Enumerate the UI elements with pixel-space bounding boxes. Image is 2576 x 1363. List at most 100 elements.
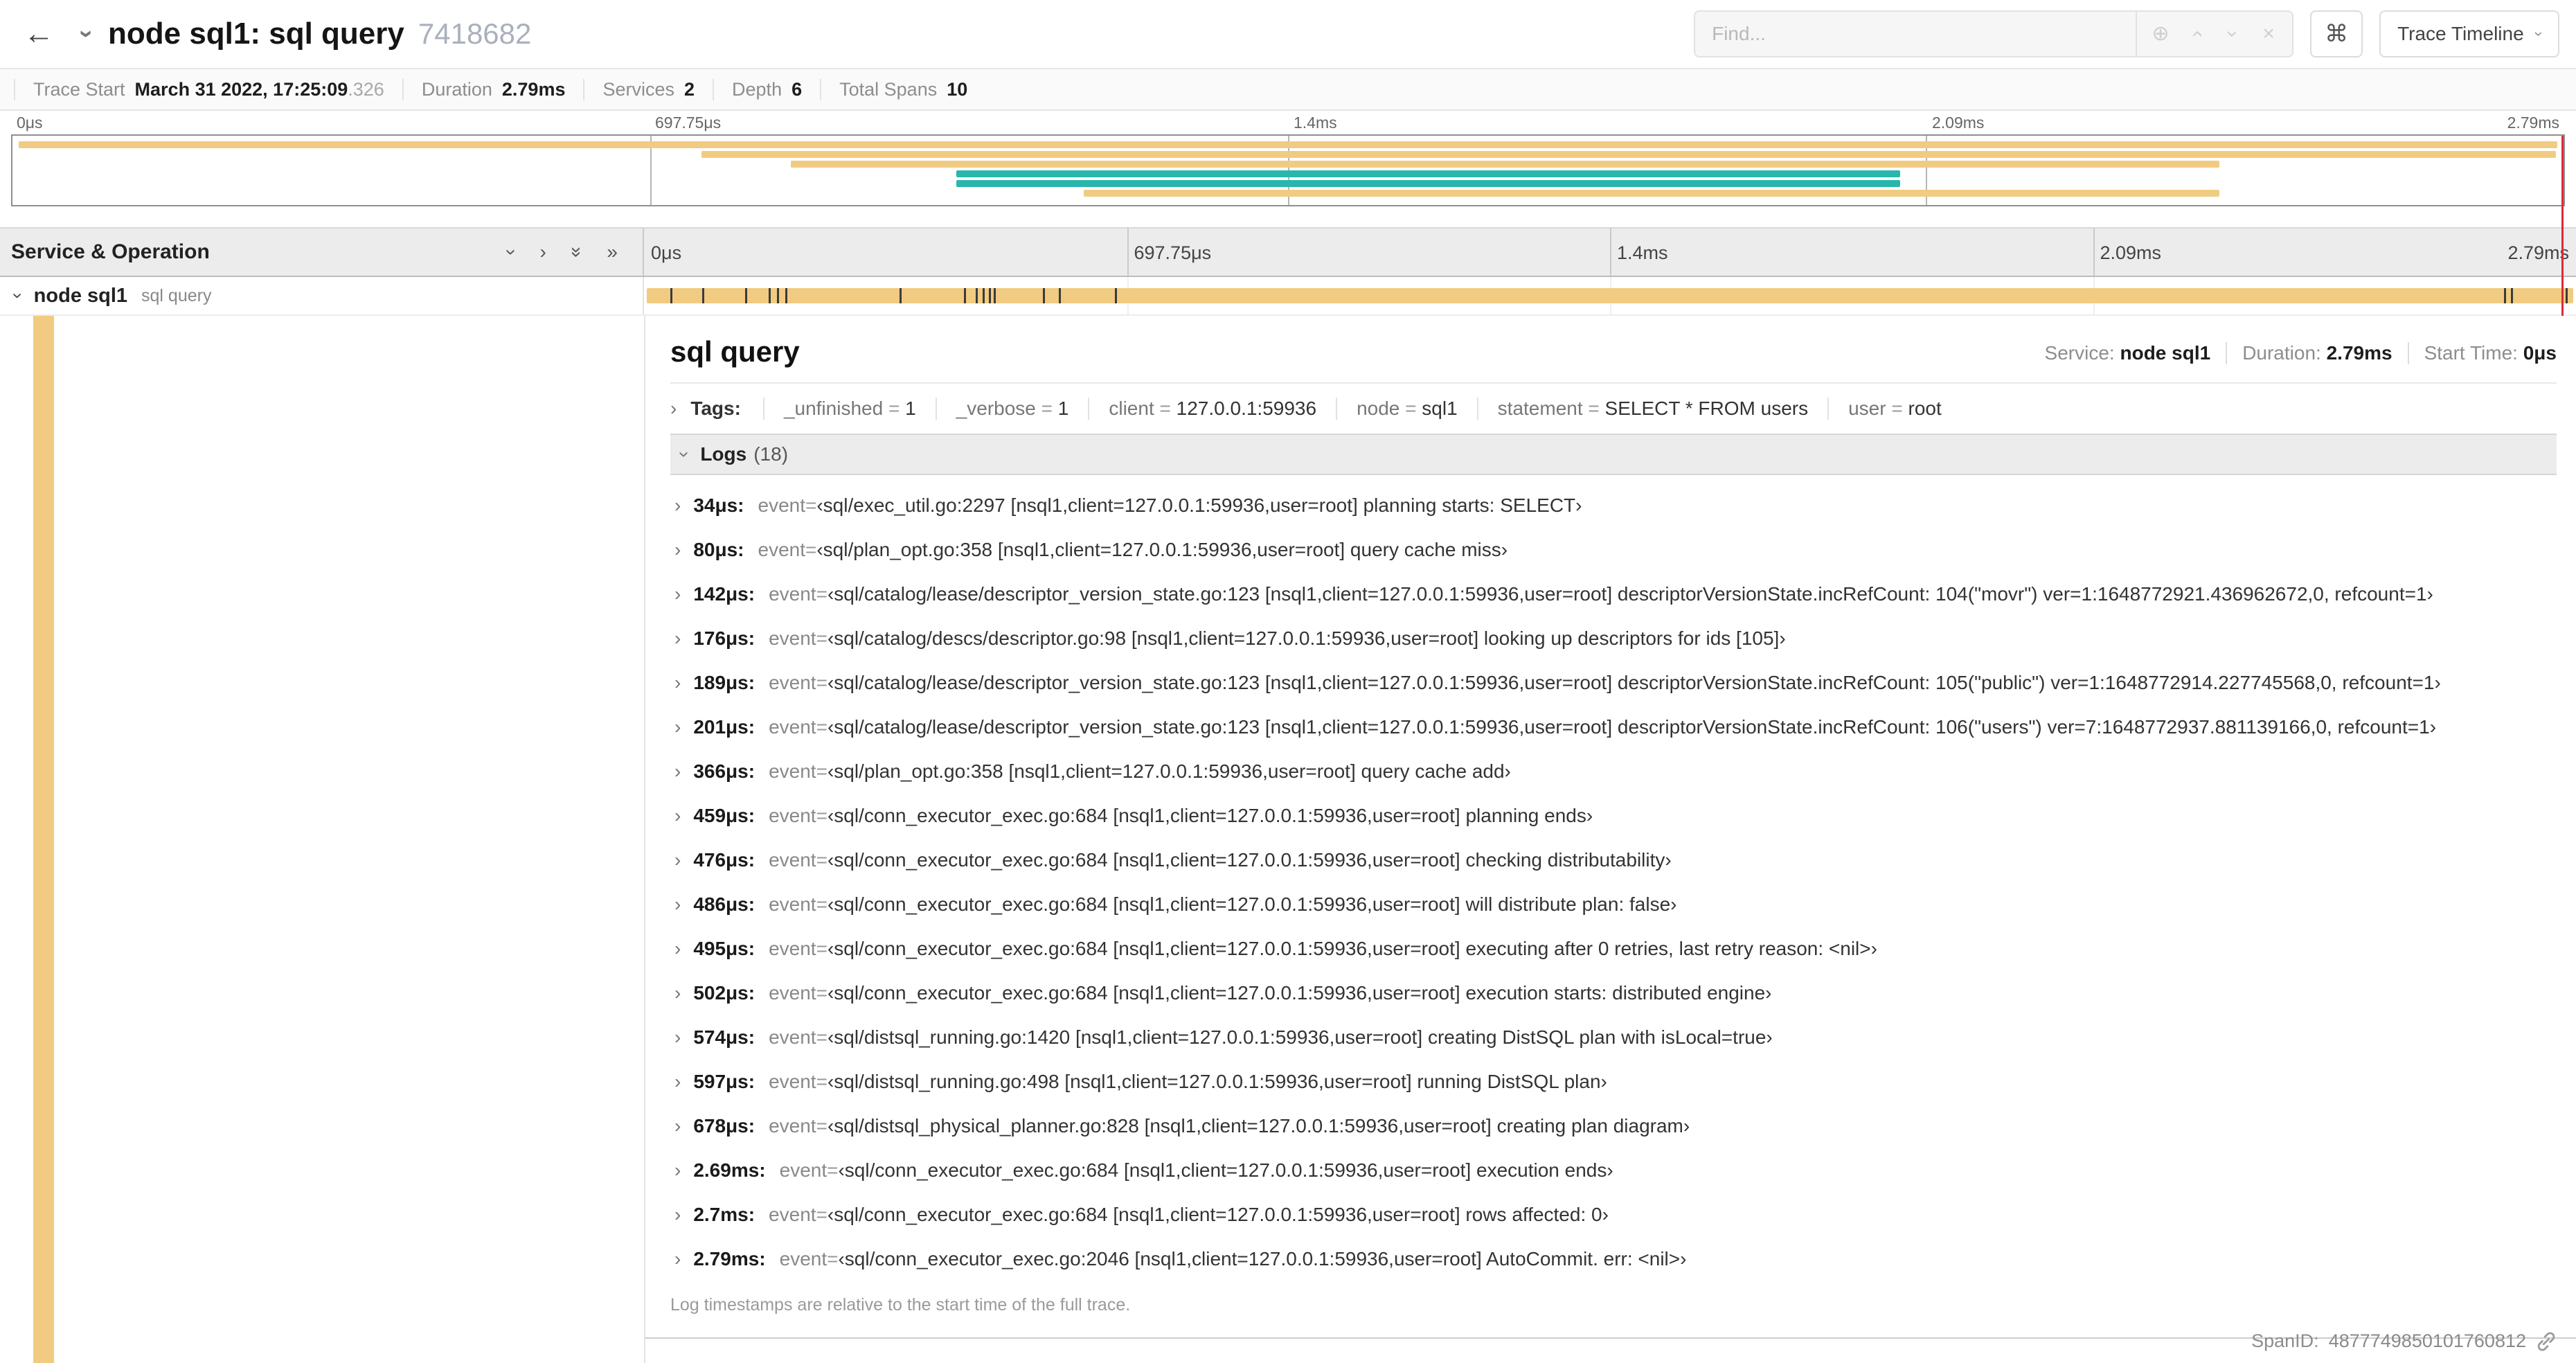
expand-all-icon[interactable]: » — [607, 242, 618, 262]
summary-label: Total Spans — [839, 78, 938, 100]
back-button[interactable]: ← — [11, 6, 66, 62]
close-icon: × — [2262, 22, 2275, 45]
log-row[interactable]: › 176μs: event = ‹sql/catalog/descs/desc… — [670, 616, 2557, 661]
log-row[interactable]: › 366μs: event = ‹sql/plan_opt.go:358 [n… — [670, 749, 2557, 794]
axis-tick-label: 1.4ms — [1610, 229, 1675, 277]
timeline-controls: › › » » — [501, 242, 632, 262]
log-value: ‹sql/plan_opt.go:358 [nsql1,client=127.0… — [816, 539, 1508, 560]
link-icon[interactable] — [2536, 1331, 2557, 1352]
logs-header[interactable]: › Logs (18) — [670, 434, 2557, 475]
log-row[interactable]: › 574μs: event = ‹sql/distsql_running.go… — [670, 1015, 2557, 1060]
trace-collapse-icon[interactable]: › — [73, 30, 102, 38]
logs-label: Logs — [700, 443, 747, 465]
expand-one-icon[interactable]: › — [540, 242, 546, 262]
log-key: event — [769, 938, 816, 959]
span-duration-bar[interactable] — [647, 288, 2573, 303]
log-row[interactable]: › 201μs: event = ‹sql/catalog/lease/desc… — [670, 705, 2557, 749]
trace-summary-bar: Trace Start March 31 2022, 17:25:09.326 D… — [0, 69, 2576, 111]
minimap-span-bar — [701, 151, 2556, 158]
keyboard-shortcuts-button[interactable]: ⌘ — [2310, 10, 2363, 57]
log-row[interactable]: › 495μs: event = ‹sql/conn_executor_exec… — [670, 927, 2557, 971]
span-collapse-icon[interactable]: › — [8, 293, 28, 299]
minimap-tick-label: 0μs — [17, 114, 43, 132]
span-name-cell[interactable]: › node sql1 sql query — [0, 277, 644, 314]
clear-search-button[interactable]: × — [2251, 13, 2287, 55]
log-row[interactable]: › 142μs: event = ‹sql/catalog/lease/desc… — [670, 572, 2557, 616]
next-result-button[interactable]: › — [2215, 13, 2251, 55]
minimap-tick-label: 2.09ms — [1932, 114, 1985, 132]
axis-tick-text: 2.09ms — [2100, 242, 2162, 263]
span-service-stat: Service: node sql1 — [2030, 342, 2226, 364]
log-value: ‹sql/conn_executor_exec.go:684 [nsql1,cl… — [827, 893, 1677, 915]
chevron-right-icon: › — [674, 805, 681, 826]
log-row[interactable]: › 486μs: event = ‹sql/conn_executor_exec… — [670, 882, 2557, 927]
summary-item: Trace Start March 31 2022, 17:25:09.326 — [14, 78, 402, 100]
chevron-right-icon: › — [674, 849, 681, 871]
log-row[interactable]: › 597μs: event = ‹sql/distsql_running.go… — [670, 1060, 2557, 1104]
minimap-axis-tick: 0μs — [11, 114, 48, 132]
log-equals: = — [816, 805, 828, 826]
prev-result-button[interactable]: › — [2179, 13, 2215, 55]
log-row[interactable]: › 189μs: event = ‹sql/catalog/lease/desc… — [670, 661, 2557, 705]
minimap-span-bars — [12, 136, 2564, 205]
log-tick — [785, 288, 788, 303]
summary-value: 2 — [684, 78, 695, 100]
top-bar: ← › node sql1: sql query 7418682 ⊕ › › ×… — [0, 0, 2576, 69]
log-row[interactable]: › 678μs: event = ‹sql/distsql_physical_p… — [670, 1104, 2557, 1148]
chevron-right-icon: › — [674, 1159, 681, 1181]
log-tick — [1059, 288, 1062, 303]
find-input[interactable] — [1694, 10, 2138, 57]
span-service-name: node sql1 — [33, 284, 128, 307]
axis-tick-text: 0μs — [651, 242, 682, 263]
log-row[interactable]: › 34μs: event = ‹sql/exec_util.go:2297 [… — [670, 483, 2557, 528]
chevron-right-icon: › — [674, 716, 681, 738]
log-key: event — [769, 893, 816, 915]
minimap-axis-labels: 0μs 697.75μs 1.4ms 2.09ms 2.79ms — [11, 111, 2565, 134]
collapse-all-icon[interactable]: » — [566, 247, 588, 258]
log-timestamp: 2.7ms: — [693, 1204, 755, 1225]
span-detail-panel: sql query Service: node sql1 Duration: 2… — [645, 316, 2576, 1339]
log-row[interactable]: › 80μs: event = ‹sql/plan_opt.go:358 [ns… — [670, 528, 2557, 572]
collapse-one-icon[interactable]: › — [501, 249, 523, 255]
log-tick — [1043, 288, 1046, 303]
log-timestamp: 495μs: — [693, 938, 755, 959]
chevron-right-icon: › — [674, 495, 681, 516]
log-value: ‹sql/distsql_running.go:498 [nsql1,clien… — [827, 1071, 1607, 1092]
log-equals: = — [816, 938, 828, 959]
log-row[interactable]: › 476μs: event = ‹sql/conn_executor_exec… — [670, 838, 2557, 882]
log-equals: = — [816, 627, 828, 649]
axis-tick-label: 2.09ms — [2093, 229, 2169, 277]
log-row[interactable]: › 2.69ms: event = ‹sql/conn_executor_exe… — [670, 1148, 2557, 1193]
log-key: event — [769, 1071, 816, 1092]
minimap-canvas[interactable] — [11, 134, 2565, 206]
log-timestamp: 366μs: — [693, 760, 755, 782]
log-key: event — [769, 760, 816, 782]
summary-value: 6 — [791, 78, 803, 100]
chevron-right-icon: › — [674, 583, 681, 605]
log-value: ‹sql/distsql_physical_planner.go:828 [ns… — [827, 1115, 1690, 1137]
tags-row[interactable]: › Tags: _unfinished = 1 _verbose = 1 cli… — [670, 384, 2557, 434]
log-tick — [2510, 288, 2513, 303]
span-operation-name: sql query — [141, 285, 212, 305]
axis-tick-text: 1.4ms — [1617, 242, 1668, 263]
span-timeline-cell[interactable] — [644, 277, 2576, 314]
log-key: event — [769, 1204, 816, 1225]
duration-value: 2.79ms — [2326, 342, 2392, 364]
log-row[interactable]: › 502μs: event = ‹sql/conn_executor_exec… — [670, 971, 2557, 1015]
summary-value: 10 — [947, 78, 968, 100]
tag-equals: = — [1154, 398, 1177, 419]
log-row[interactable]: › 459μs: event = ‹sql/conn_executor_exec… — [670, 794, 2557, 838]
tag-value: 1 — [905, 398, 916, 419]
span-detail-header: sql query Service: node sql1 Duration: 2… — [670, 327, 2557, 380]
focus-match-button[interactable]: ⊕ — [2143, 13, 2179, 55]
log-row[interactable]: › 2.79ms: event = ‹sql/conn_executor_exe… — [670, 1237, 2557, 1281]
trace-view-selector[interactable]: Trace Timeline › — [2379, 10, 2559, 57]
tag-value: SELECT * FROM users — [1604, 398, 1809, 419]
tag-value: 127.0.0.1:59936 — [1176, 398, 1317, 419]
summary-label: Services — [602, 78, 674, 100]
log-key: event — [779, 1159, 828, 1181]
span-row[interactable]: › node sql1 sql query — [0, 277, 2576, 316]
log-row[interactable]: › 2.7ms: event = ‹sql/conn_executor_exec… — [670, 1193, 2557, 1237]
log-tick — [2565, 288, 2568, 303]
tag-value: sql1 — [1422, 398, 1458, 419]
